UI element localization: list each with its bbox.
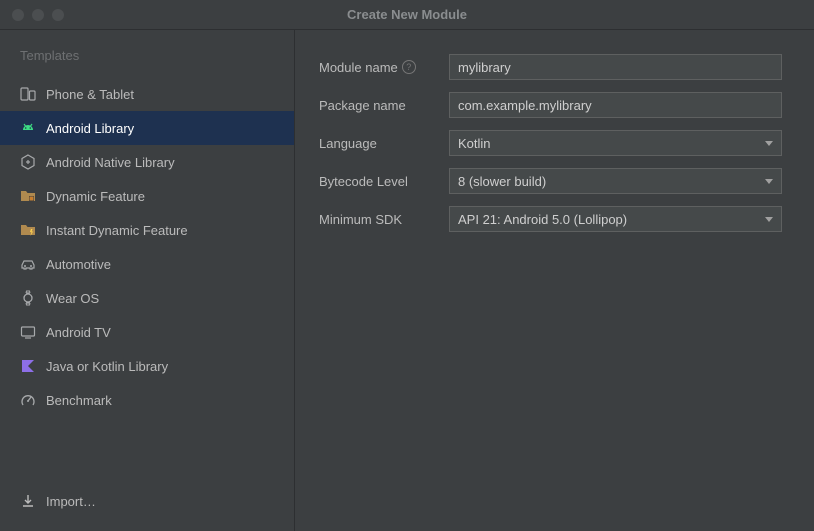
sidebar-item-label: Android Native Library bbox=[46, 155, 175, 170]
sidebar-item-dynamic-feature[interactable]: Dynamic Feature bbox=[0, 179, 294, 213]
select-value: Kotlin bbox=[458, 136, 491, 151]
sidebar-item-label: Automotive bbox=[46, 257, 111, 272]
folder-instant-icon bbox=[20, 222, 36, 238]
label-text: Module name bbox=[319, 60, 398, 75]
import-label: Import… bbox=[46, 494, 96, 509]
minimum-sdk-row: Minimum SDK API 21: Android 5.0 (Lollipo… bbox=[319, 206, 782, 232]
dialog-content: Templates Phone & Tablet Android Library bbox=[0, 30, 814, 531]
dialog-title: Create New Module bbox=[0, 7, 814, 22]
package-name-input[interactable] bbox=[449, 92, 782, 118]
sidebar-item-label: Android TV bbox=[46, 325, 111, 340]
sidebar-item-label: Java or Kotlin Library bbox=[46, 359, 168, 374]
sidebar-item-instant-dynamic-feature[interactable]: Instant Dynamic Feature bbox=[0, 213, 294, 247]
sidebar-item-wear-os[interactable]: Wear OS bbox=[0, 281, 294, 315]
maximize-window-icon[interactable] bbox=[52, 9, 64, 21]
sidebar-item-benchmark[interactable]: Benchmark bbox=[0, 383, 294, 417]
sidebar-item-label: Dynamic Feature bbox=[46, 189, 145, 204]
window-controls bbox=[12, 9, 64, 21]
help-icon[interactable]: ? bbox=[402, 60, 416, 74]
select-value: 8 (slower build) bbox=[458, 174, 546, 189]
sidebar-item-label: Android Library bbox=[46, 121, 134, 136]
dialog-window: Create New Module Templates Phone & Tabl… bbox=[0, 0, 814, 531]
module-name-row: Module name ? bbox=[319, 54, 782, 80]
sidebar-item-automotive[interactable]: Automotive bbox=[0, 247, 294, 281]
module-name-input[interactable] bbox=[449, 54, 782, 80]
templates-sidebar: Templates Phone & Tablet Android Library bbox=[0, 30, 295, 531]
chevron-down-icon bbox=[765, 179, 773, 184]
android-icon bbox=[20, 120, 36, 136]
sidebar-item-label: Wear OS bbox=[46, 291, 99, 306]
folder-feature-icon bbox=[20, 188, 36, 204]
bytecode-level-select[interactable]: 8 (slower build) bbox=[449, 168, 782, 194]
import-button[interactable]: Import… bbox=[0, 481, 294, 521]
cpp-icon bbox=[20, 154, 36, 170]
minimize-window-icon[interactable] bbox=[32, 9, 44, 21]
sidebar-item-android-tv[interactable]: Android TV bbox=[0, 315, 294, 349]
sidebar-item-label: Phone & Tablet bbox=[46, 87, 134, 102]
language-row: Language Kotlin bbox=[319, 130, 782, 156]
close-window-icon[interactable] bbox=[12, 9, 24, 21]
form-panel: Module name ? Package name Language Kotl… bbox=[295, 30, 814, 531]
phone-tablet-icon bbox=[20, 86, 36, 102]
sidebar-item-android-library[interactable]: Android Library bbox=[0, 111, 294, 145]
minimum-sdk-label: Minimum SDK bbox=[319, 212, 449, 227]
templates-list: Phone & Tablet Android Library Android N… bbox=[0, 77, 294, 481]
import-icon bbox=[20, 493, 36, 509]
minimum-sdk-select[interactable]: API 21: Android 5.0 (Lollipop) bbox=[449, 206, 782, 232]
bytecode-level-row: Bytecode Level 8 (slower build) bbox=[319, 168, 782, 194]
sidebar-item-label: Instant Dynamic Feature bbox=[46, 223, 188, 238]
automotive-icon bbox=[20, 256, 36, 272]
templates-heading: Templates bbox=[0, 48, 294, 77]
language-label: Language bbox=[319, 136, 449, 151]
language-select[interactable]: Kotlin bbox=[449, 130, 782, 156]
wear-os-icon bbox=[20, 290, 36, 306]
sidebar-item-phone-tablet[interactable]: Phone & Tablet bbox=[0, 77, 294, 111]
package-name-label: Package name bbox=[319, 98, 449, 113]
sidebar-item-java-kotlin-library[interactable]: Java or Kotlin Library bbox=[0, 349, 294, 383]
tv-icon bbox=[20, 324, 36, 340]
chevron-down-icon bbox=[765, 141, 773, 146]
sidebar-item-label: Benchmark bbox=[46, 393, 112, 408]
module-name-label: Module name ? bbox=[319, 60, 449, 75]
bytecode-level-label: Bytecode Level bbox=[319, 174, 449, 189]
sidebar-item-android-native-library[interactable]: Android Native Library bbox=[0, 145, 294, 179]
package-name-row: Package name bbox=[319, 92, 782, 118]
chevron-down-icon bbox=[765, 217, 773, 222]
select-value: API 21: Android 5.0 (Lollipop) bbox=[458, 212, 627, 227]
kotlin-icon bbox=[20, 358, 36, 374]
benchmark-icon bbox=[20, 392, 36, 408]
titlebar: Create New Module bbox=[0, 0, 814, 30]
